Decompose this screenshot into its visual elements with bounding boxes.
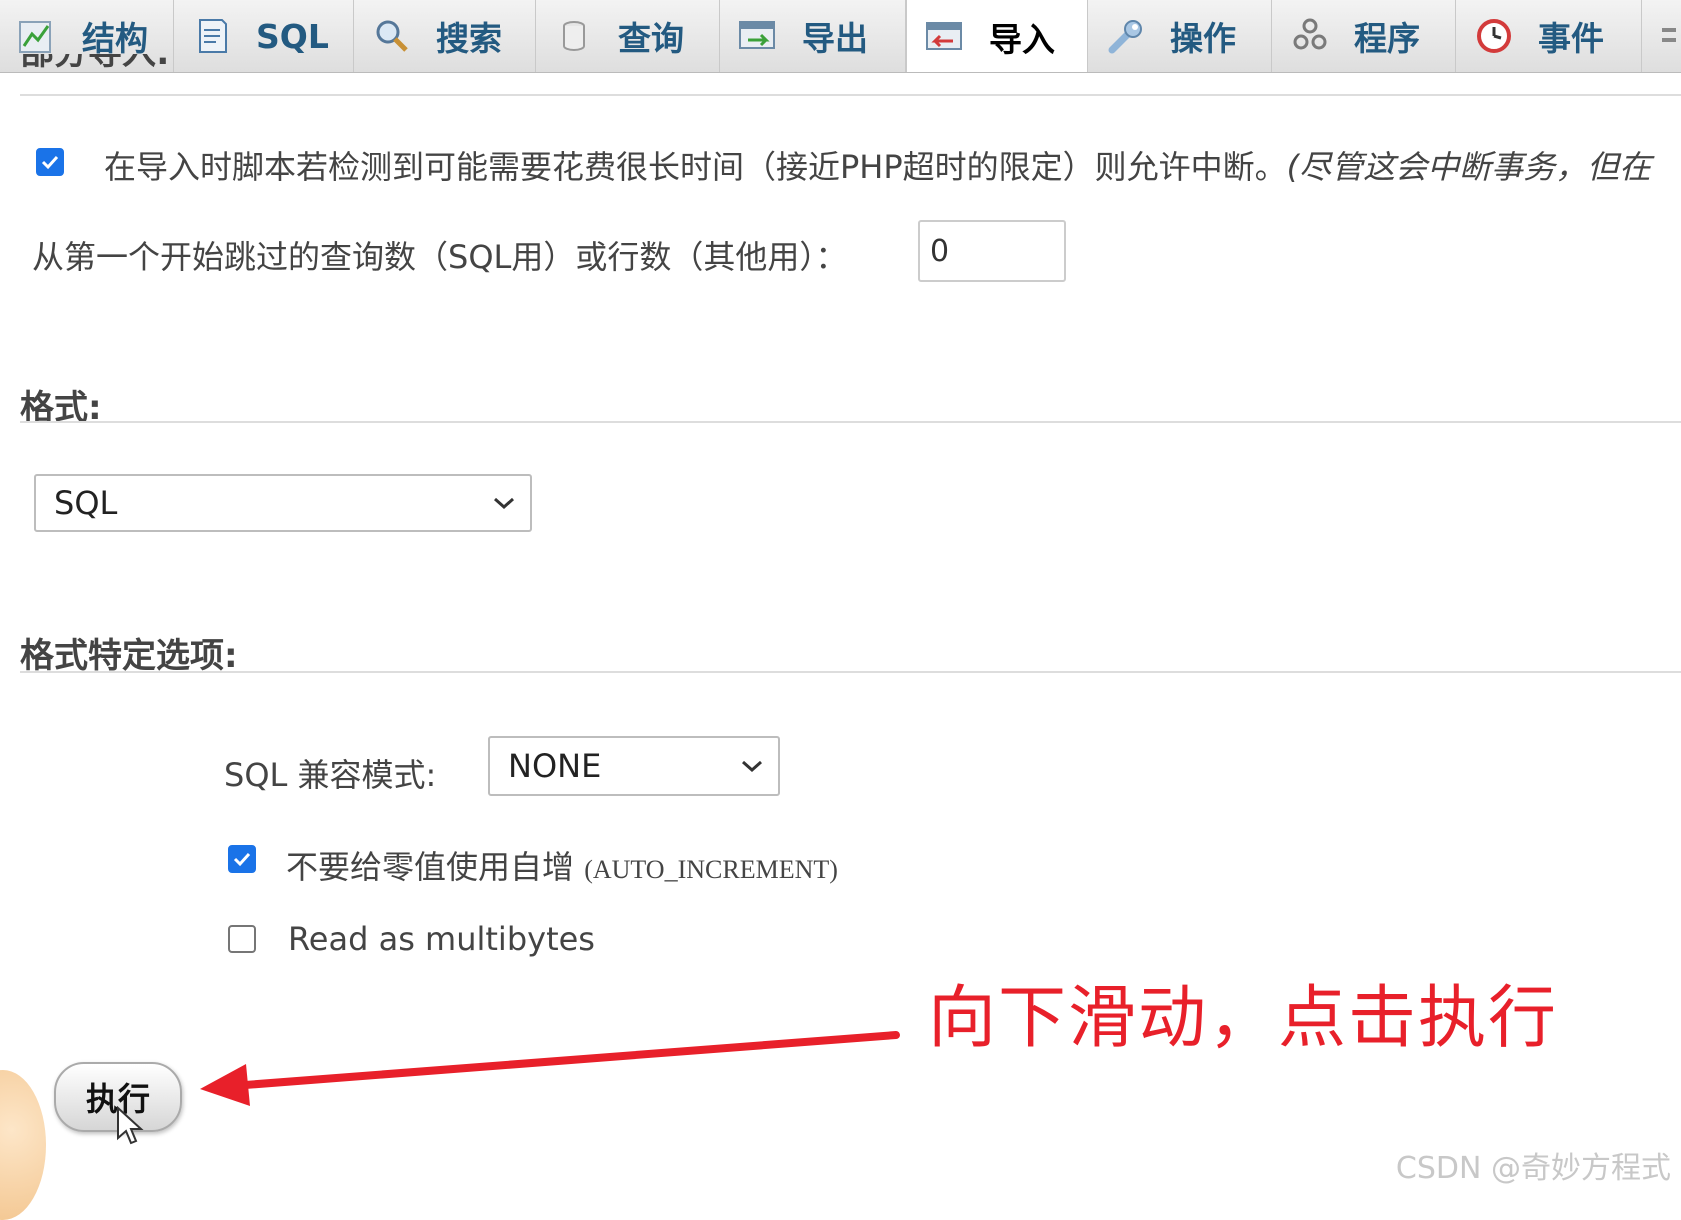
section-divider [20,671,1681,673]
checkmark-icon [233,852,251,867]
heading-text: 部分导入: [20,54,170,73]
tab-more[interactable] [1642,0,1681,72]
sql-compat-select[interactable]: NONE [488,736,780,796]
checkmark-icon [41,155,59,170]
allow-interrupt-text: 在导入时脚本若检测到可能需要花费很长时间（接近PHP超时的限定）则允许中断。 [104,148,1287,186]
annotation-text: 向下滑动，点击执行 [928,979,1559,1058]
tab-label: 事件 [1538,19,1604,58]
auto-increment-code: (AUTO_INCREMENT) [584,855,838,884]
more-icon [1662,28,1676,42]
search-icon [376,20,408,52]
section-divider [20,94,1681,96]
tab-label: 查询 [618,19,684,58]
partial-import-heading: 部分导入: [20,54,170,88]
format-selected-value: SQL [54,484,118,522]
skip-queries-input[interactable]: 0 [918,220,1066,282]
read-multibytes-checkbox[interactable] [228,925,256,953]
tab-label: 程序 [1354,19,1420,58]
decorative-blob [0,1070,46,1220]
tab-search[interactable]: 搜索 [354,0,536,72]
clock-icon [1477,19,1511,53]
tab-label: 结构 [82,19,148,58]
no-auto-increment-text: 不要给零值使用自增 [286,848,575,886]
allow-interrupt-label: 在导入时脚本若检测到可能需要花费很长时间（接近PHP超时的限定）则允许中断。(尽… [104,142,1651,188]
routines-icon [1293,18,1327,50]
watermark: CSDN @奇妙方程式 [1395,1151,1671,1186]
allow-interrupt-note: (尽管这会中断事务，但在 [1286,148,1652,186]
tab-export[interactable]: 导出 [720,0,906,72]
tab-events[interactable]: 事件 [1456,0,1642,72]
tab-label: 导入 [989,20,1055,59]
tab-operations[interactable]: 操作 [1088,0,1272,72]
tab-query[interactable]: 查询 [536,0,720,72]
tab-label: 操作 [1170,19,1236,58]
allow-interrupt-checkbox[interactable] [36,148,64,176]
tab-sql[interactable]: SQL [174,0,354,72]
export-icon [739,21,775,49]
tab-label: 搜索 [436,19,502,58]
mouse-cursor-icon [117,1106,144,1145]
tab-routines[interactable]: 程序 [1272,0,1456,72]
format-select[interactable]: SQL [34,474,532,532]
no-auto-increment-checkbox[interactable] [228,845,256,873]
arrow-shaft [228,1031,900,1090]
skip-queries-value: 0 [930,233,950,269]
tab-label: SQL [256,16,329,56]
query-icon [563,21,585,51]
no-auto-increment-label: 不要给零值使用自增 (AUTO_INCREMENT) [286,842,838,888]
format-options-heading: 格式特定选项: [20,636,238,676]
sql-compat-label: SQL 兼容模式: [224,756,437,794]
structure-icon [19,21,51,53]
chevron-down-icon [742,760,762,773]
wrench-icon [1108,20,1142,54]
tab-label: 导出 [802,19,868,58]
top-tab-bar: 结构 SQL 搜索 查询 导出 导入 操作 程序 事件 [0,0,1681,73]
chevron-down-icon [494,497,514,510]
sql-icon [199,19,227,53]
section-divider [20,421,1681,423]
tab-import[interactable]: 导入 [906,0,1088,72]
read-multibytes-label: Read as multibytes [288,920,595,958]
skip-queries-label: 从第一个开始跳过的查询数（SQL用）或行数（其他用）： [32,238,848,276]
arrow-head-icon [200,1064,250,1106]
import-icon [926,22,962,50]
sql-compat-selected-value: NONE [508,747,602,785]
